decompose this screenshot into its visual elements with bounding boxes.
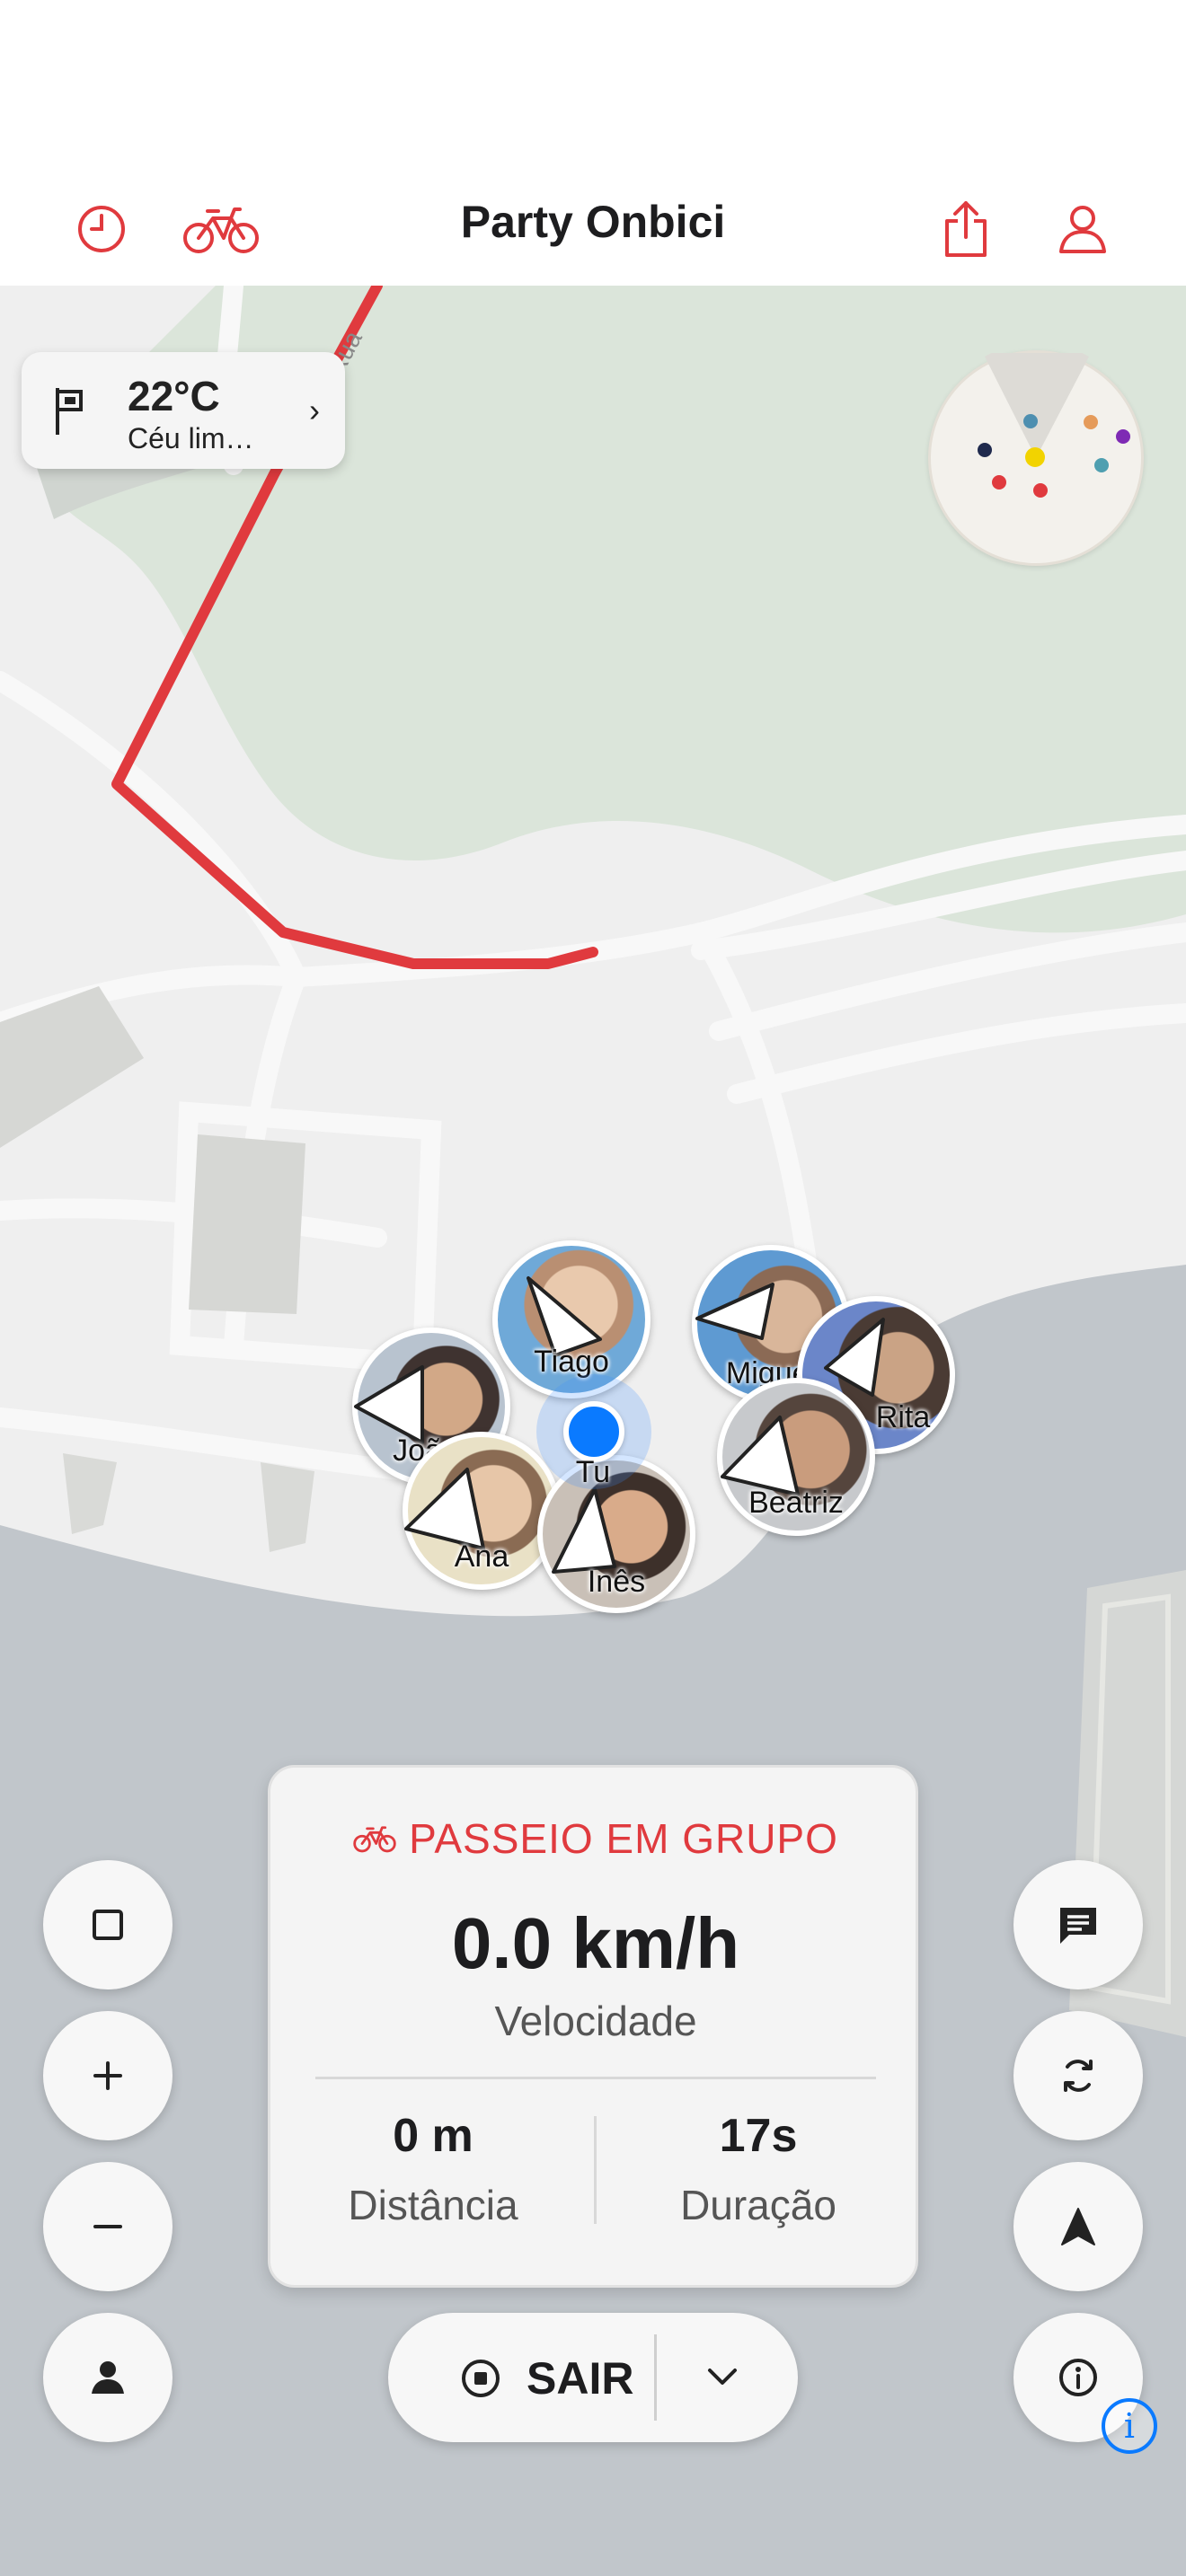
weather-chip[interactable]: 22°C Céu lim… ›	[22, 352, 345, 469]
distance-value: 0 m	[393, 2110, 474, 2162]
stop-icon	[462, 2360, 500, 2397]
radar-dot	[1033, 483, 1048, 498]
current-location-dot	[563, 1401, 624, 1462]
map-attribution-button[interactable]: i	[1102, 2398, 1157, 2454]
radar-dot	[1094, 458, 1109, 472]
chat-button[interactable]	[1013, 1860, 1143, 1989]
my-profile-button[interactable]	[43, 2313, 173, 2442]
duration-value: 17s	[719, 2110, 798, 2162]
exit-divider	[654, 2334, 657, 2421]
radar-dot	[1025, 447, 1045, 467]
chat-icon	[1060, 1908, 1096, 1944]
radar-dot	[978, 443, 992, 457]
refresh-icon	[1064, 2060, 1093, 2092]
flag-icon	[56, 388, 83, 435]
ride-mode-label: PASSEIO EM GRUPO	[409, 1815, 838, 1862]
square-icon	[93, 1910, 123, 1940]
distance-label: Distância	[348, 2182, 518, 2228]
speed-label: Velocidade	[494, 1998, 697, 2044]
rider-marker[interactable]: Tiago	[492, 1240, 651, 1398]
bike-icon	[353, 1826, 396, 1853]
share-icon[interactable]	[925, 189, 1006, 269]
page-title: Party Onbici	[460, 197, 726, 247]
bike-icon[interactable]	[178, 189, 264, 269]
navigate-button[interactable]	[1013, 2162, 1143, 2291]
rider-marker[interactable]: Beatriz	[717, 1378, 875, 1536]
history-icon[interactable]	[61, 189, 142, 269]
profile-icon[interactable]	[1042, 189, 1123, 269]
ride-stats-card: PASSEIO EM GRUPO 0.0 km/h Velocidade 0 m…	[268, 1765, 918, 2288]
refresh-button[interactable]	[1013, 2011, 1143, 2140]
rider-name: Beatriz	[748, 1486, 844, 1520]
group-radar[interactable]	[928, 342, 1144, 566]
top-bar: Party Onbici	[0, 0, 1186, 286]
weather-temperature: 22°C	[128, 373, 220, 419]
ride-mode: PASSEIO EM GRUPO	[270, 1814, 921, 1863]
speed-value: 0.0 km/h	[451, 1903, 740, 1983]
rider-name: Inês	[587, 1565, 646, 1599]
duration-label: Duração	[680, 2182, 836, 2228]
current-location-label: Tu	[575, 1455, 611, 1489]
info-icon	[1059, 2359, 1097, 2396]
zoom-out-button[interactable]	[43, 2162, 173, 2291]
radar-dot	[992, 475, 1006, 490]
navigate-icon	[1061, 2208, 1095, 2245]
radar-dot	[1116, 429, 1130, 444]
chevron-right-icon: ›	[309, 392, 320, 428]
zoom-in-button[interactable]	[43, 2011, 173, 2140]
exit-ride-button[interactable]: SAIR	[388, 2313, 798, 2442]
chevron-down-icon[interactable]	[704, 2360, 740, 2395]
zoom-out-icon	[93, 2225, 122, 2228]
card-divider	[315, 2077, 876, 2079]
person-icon	[92, 2361, 124, 2394]
radar-dot	[1023, 414, 1038, 428]
rider-name: Tiago	[534, 1345, 609, 1379]
stop-square-button[interactable]	[43, 1860, 173, 1989]
weather-condition: Céu lim…	[128, 422, 254, 454]
exit-label: SAIR	[527, 2353, 634, 2404]
zoom-in-icon	[93, 2061, 122, 2090]
radar-dot	[1084, 415, 1098, 429]
radar-view	[978, 342, 1130, 498]
